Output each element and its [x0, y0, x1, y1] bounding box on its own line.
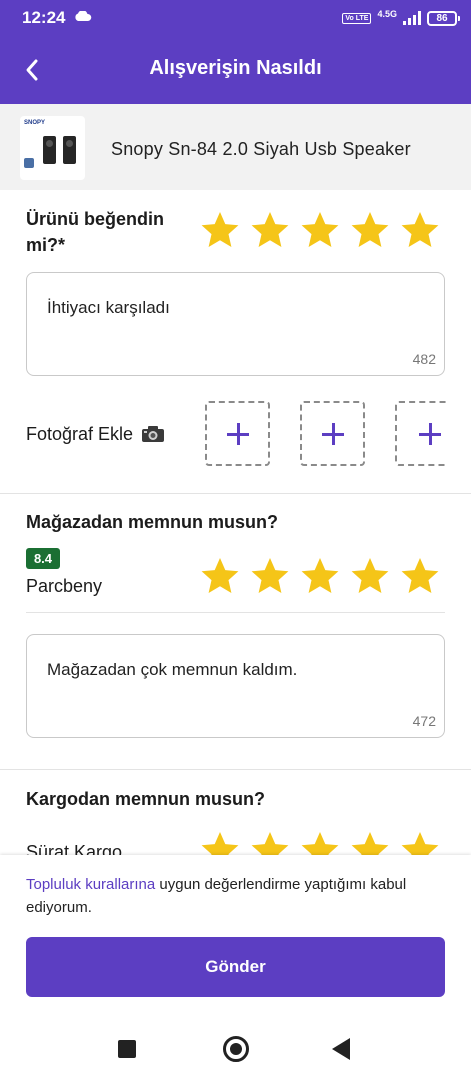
community-rules-link[interactable]: Topluluk kurallarına: [26, 876, 155, 893]
back-triangle-icon[interactable]: [332, 1038, 350, 1060]
status-time: 12:24: [22, 8, 66, 27]
status-bar: 12:24 Vo LTE 4.5G 86: [0, 0, 471, 36]
char-counter: 482: [412, 351, 436, 367]
cargo-rating-question: Kargodan memnun musun?: [26, 789, 266, 809]
star-icon[interactable]: [350, 210, 390, 250]
product-comment-text: İhtiyacı karşıladı: [47, 298, 170, 317]
store-score-badge: 8.4: [26, 548, 60, 569]
page-title: Alışverişin Nasıldı: [149, 57, 322, 79]
product-star-rating[interactable]: [200, 210, 440, 250]
star-icon[interactable]: [200, 210, 240, 250]
app-bar: Alışverişin Nasıldı: [0, 36, 471, 104]
terms-text: Topluluk kurallarına uygun değerlendirme…: [26, 873, 446, 919]
star-icon[interactable]: [250, 210, 290, 250]
star-icon[interactable]: [350, 556, 390, 596]
home-icon[interactable]: [223, 1036, 249, 1062]
product-image: SNOPY: [20, 116, 85, 180]
add-photo-label: Fotoğraf Ekle: [26, 424, 165, 445]
star-icon[interactable]: [250, 556, 290, 596]
product-brand-logo: SNOPY: [24, 120, 46, 126]
signal-icon: [403, 11, 421, 25]
store-name: Parcbeny: [26, 576, 103, 596]
cloud-icon: [75, 11, 92, 21]
star-icon[interactable]: [200, 556, 240, 596]
volte-icon: Vo LTE: [342, 12, 372, 24]
product-name: Snopy Sn-84 2.0 Siyah Usb Speaker: [111, 139, 411, 159]
store-comment-field[interactable]: Mağazadan çok memnun kaldım. 472: [26, 634, 445, 738]
store-star-rating[interactable]: [200, 556, 440, 596]
product-rating-question: Ürünü beğendin mi?*: [26, 209, 164, 255]
store-rating-question: Mağazadan memnun musun?: [26, 512, 279, 532]
star-icon[interactable]: [400, 210, 440, 250]
add-photo-text: Fotoğraf Ekle: [26, 424, 134, 444]
inner-divider: [26, 612, 445, 613]
star-icon[interactable]: [400, 556, 440, 596]
add-photo-button[interactable]: [300, 401, 365, 466]
char-counter: 472: [412, 713, 436, 729]
plus-icon: [226, 422, 249, 445]
product-comment-field[interactable]: İhtiyacı karşıladı 482: [26, 272, 445, 376]
section-divider: [0, 493, 471, 494]
store-comment-text: Mağazadan çok memnun kaldım.: [47, 660, 298, 679]
product-summary: SNOPY Snopy Sn-84 2.0 Siyah Usb Speaker: [0, 104, 471, 190]
network-type: 4.5G: [377, 9, 397, 19]
plus-icon: [419, 422, 441, 445]
submit-button[interactable]: Gönder: [26, 937, 445, 997]
system-nav-bar: [0, 1020, 471, 1080]
add-photo-button[interactable]: [395, 401, 446, 466]
star-icon[interactable]: [300, 556, 340, 596]
section-divider: [0, 769, 471, 770]
add-photo-button[interactable]: [205, 401, 270, 466]
star-icon[interactable]: [300, 210, 340, 250]
recent-apps-icon[interactable]: [118, 1040, 136, 1058]
camera-icon: [142, 426, 165, 442]
battery-icon: 86: [427, 10, 460, 26]
plus-icon: [321, 422, 344, 445]
